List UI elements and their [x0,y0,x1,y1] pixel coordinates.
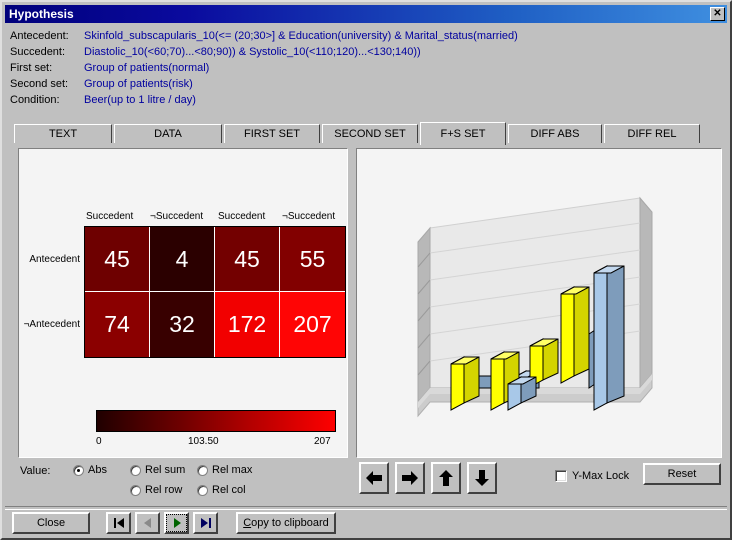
chart-panel [356,148,722,458]
bar-front-3 [507,376,537,411]
radio-label-rel-sum: Rel sum [145,464,186,476]
pan-left-button[interactable] [359,462,389,494]
col-header-1: Succedent [86,211,134,222]
bar-back-4 [560,286,590,384]
radio-dot-rel-row [130,484,141,496]
info-row-succedent: Succedent: Diastolic_10(<60;70)...<80;90)… [10,44,726,60]
row-header-antecedent: Antecedent [29,254,80,265]
info-value-second-set: Group of patients(risk) [84,78,193,90]
cell-r0c3[interactable]: 55 [280,227,345,291]
cell-r1c1[interactable]: 32 [150,292,214,357]
tab-second-set[interactable]: SECOND SET [322,124,418,143]
radio-dot-rel-col [197,484,208,496]
tab-data[interactable]: DATA [114,124,222,143]
pan-right-button[interactable] [395,462,425,494]
radio-label-abs: Abs [88,464,107,476]
radio-label-rel-max: Rel max [212,464,253,476]
arrow-left-icon [366,471,382,485]
window-title: Hypothesis [9,7,74,21]
col-header-4: ¬Succedent [282,211,336,222]
prev-icon [143,518,151,528]
color-scale-legend [96,410,336,432]
contingency-grid: 45 4 45 55 74 32 172 207 [84,226,346,358]
tab-diff-rel[interactable]: DIFF REL [604,124,700,143]
info-row-condition: Condition: Beer(up to 1 litre / day) [10,92,726,108]
hypothesis-window: Hypothesis ✕ Antecedent: Skinfold_subscap… [0,0,732,540]
radio-label-rel-row: Rel row [145,484,183,496]
nav-prev-button[interactable] [135,512,160,534]
legend-max-label: 207 [314,436,331,447]
nav-next-button[interactable] [164,512,189,534]
info-value-succedent: Diastolic_10(<60;70)...<80;90)) & Systol… [84,46,421,58]
cell-r1c0[interactable]: 74 [85,292,149,357]
info-value-antecedent: Skinfold_subscapularis_10(<= (20;30>] & … [84,30,518,42]
copy-to-clipboard-button[interactable]: Copy to clipboard [236,512,336,534]
close-button[interactable]: Close [12,512,90,534]
reset-button[interactable]: Reset [643,463,721,485]
radio-rel-sum[interactable]: Rel sum [130,464,185,476]
cell-r1c2[interactable]: 172 [215,292,279,357]
value-label: Value: [20,465,51,477]
skip-first-icon [113,518,124,528]
info-row-first-set: First set: Group of patients(normal) [10,60,726,76]
radio-rel-max[interactable]: Rel max [197,464,252,476]
radio-rel-col[interactable]: Rel col [197,484,246,496]
cell-r0c2[interactable]: 45 [215,227,279,291]
info-row-second-set: Second set: Group of patients(risk) [10,76,726,92]
radio-dot-abs [73,464,84,476]
radio-dot-rel-sum [130,464,141,476]
bar-chart-3d[interactable] [358,150,720,456]
tab-first-set[interactable]: FIRST SET [224,124,320,143]
info-value-first-set: Group of patients(normal) [84,62,210,74]
bar-front-4 [593,265,625,411]
info-label-condition: Condition: [10,94,60,106]
contingency-table: Succedent ¬Succedent Succedent ¬Succeden… [18,148,348,458]
nav-last-button[interactable] [193,512,218,534]
radio-rel-row[interactable]: Rel row [130,484,182,496]
value-radio-group: Value: Abs Rel sum Rel max Rel row Rel c… [20,462,350,502]
info-label-succedent: Succedent: [10,46,66,58]
arrow-up-icon [439,470,453,486]
col-header-3: Succedent [218,211,266,222]
nav-first-button[interactable] [106,512,131,534]
tab-strip: TEXT DATA FIRST SET SECOND SET F+S SET D… [14,122,722,145]
cell-r0c0[interactable]: 45 [85,227,149,291]
checkbox-box-ymax-lock [555,470,567,482]
radio-dot-rel-max [197,464,208,476]
skip-last-icon [200,518,211,528]
window-titlebar[interactable]: Hypothesis ✕ [5,5,727,23]
play-next-icon [173,518,181,528]
ymax-lock-label: Y-Max Lock [572,470,630,482]
footer-separator [5,506,727,510]
ymax-lock-checkbox[interactable]: Y-Max Lock [555,470,629,482]
copy-to-clipboard-label: opy to clipboard [251,517,329,529]
legend-min-label: 0 [96,436,102,447]
legend-mid-label: 103.50 [188,436,219,447]
info-row-antecedent: Antecedent: Skinfold_subscapularis_10(<= … [10,28,726,44]
info-label-first-set: First set: [10,62,53,74]
tab-fs-set[interactable]: F+S SET [420,122,506,145]
col-header-2: ¬Succedent [150,211,204,222]
info-label-antecedent: Antecedent: [10,30,69,42]
arrow-down-icon [475,470,489,486]
tab-diff-abs[interactable]: DIFF ABS [508,124,602,143]
radio-label-rel-col: Rel col [212,484,246,496]
radio-abs[interactable]: Abs [73,464,107,476]
close-icon[interactable]: ✕ [710,7,725,21]
copy-accelerator: C [243,517,252,529]
info-value-condition: Beer(up to 1 litre / day) [84,94,196,106]
arrow-right-icon [402,471,418,485]
pan-down-button[interactable] [467,462,497,494]
pan-up-button[interactable] [431,462,461,494]
cell-r1c3[interactable]: 207 [280,292,345,357]
cell-r0c1[interactable]: 4 [150,227,214,291]
tab-text[interactable]: TEXT [14,124,112,143]
row-header-not-antecedent: ¬Antecedent [23,319,80,330]
hypothesis-info: Antecedent: Skinfold_subscapularis_10(<= … [10,28,726,108]
info-label-second-set: Second set: [10,78,69,90]
